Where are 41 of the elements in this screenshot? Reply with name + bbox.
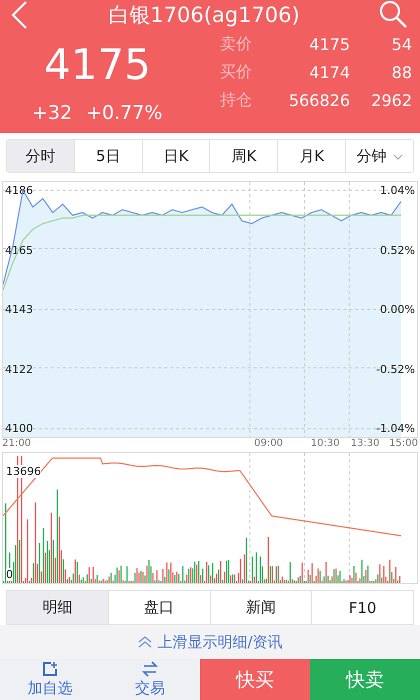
quote-label: 持仓 [220, 90, 253, 111]
detail-tab[interactable]: 明细 [7, 591, 109, 624]
back-icon[interactable] [10, 0, 30, 30]
axis-label: 4100 [5, 422, 33, 435]
time-label: 13:30 [350, 438, 380, 449]
chevron-icon [392, 154, 403, 160]
page-title: 白银1706(ag1706) [108, 2, 300, 29]
action-button[interactable]: 加自选 [0, 659, 100, 700]
axis-label: 0.52% [380, 244, 415, 256]
quote-volume: 54 [390, 35, 412, 54]
quote-value: 4175 [308, 35, 350, 54]
axis-label: 4122 [5, 362, 33, 376]
axis-label: 0.00% [380, 303, 415, 316]
axis-label: 4143 [5, 303, 33, 316]
add-icon [42, 661, 58, 677]
axis-label: -0.52% [376, 362, 415, 376]
double-chevron-up-icon [137, 636, 154, 648]
axis-label: -1.04% [376, 422, 415, 435]
axis-label: 1.04% [380, 184, 415, 197]
price-change: +32 [32, 102, 72, 124]
axis-label: 0 [6, 568, 13, 581]
time-label: 21:00 [2, 438, 31, 449]
quote-value: 566826 [288, 91, 350, 110]
last-price: 4175 [44, 44, 151, 86]
axis-label: 4165 [5, 244, 33, 256]
quote-volume: 88 [390, 63, 412, 82]
quote-value: 4174 [308, 63, 350, 82]
quote-volume: 2962 [370, 91, 412, 110]
axis-label: 13696 [6, 465, 41, 478]
search-icon[interactable] [378, 0, 408, 30]
quote-label: 卖价 [220, 34, 253, 55]
swipe-hint: 上滑显示明细/资讯 [157, 632, 283, 652]
period-tab[interactable]: 分时 [7, 140, 75, 172]
action-button[interactable]: 交易 [100, 659, 200, 700]
time-label: 09:00 [254, 438, 283, 449]
time-label: 15:00 [389, 438, 418, 449]
price-change-percent: +0.77% [86, 102, 162, 124]
exchange-icon [142, 661, 158, 677]
time-label: 10:30 [310, 438, 340, 449]
axis-label: 4186 [5, 184, 33, 197]
quote-label: 买价 [220, 62, 253, 83]
